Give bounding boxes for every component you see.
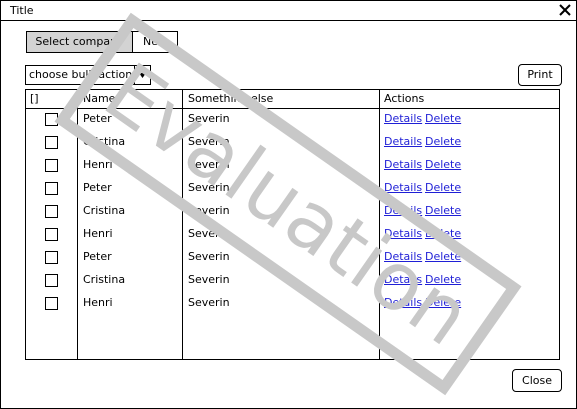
row-something-else: Severin bbox=[188, 112, 230, 125]
row-checkbox[interactable] bbox=[45, 113, 58, 126]
window-title: Title bbox=[10, 4, 34, 17]
bulk-action-value: choose bulk action bbox=[29, 68, 133, 81]
row-something-else: Severin bbox=[188, 181, 230, 194]
delete-link[interactable]: Delete bbox=[425, 112, 461, 125]
details-link[interactable]: Details bbox=[384, 112, 422, 125]
row-something-else: Severin bbox=[188, 135, 230, 148]
header-name: Name bbox=[83, 92, 116, 105]
details-link[interactable]: Details bbox=[384, 250, 422, 263]
data-table: [] Name Something else Actions Peter Seve… bbox=[25, 89, 560, 360]
segmented-control: Select company New bbox=[26, 31, 178, 53]
row-something-else: Severin bbox=[188, 227, 230, 240]
delete-link[interactable]: Delete bbox=[425, 158, 461, 171]
dropdown-button[interactable] bbox=[134, 66, 150, 84]
table-row: Peter Severin Details Delete bbox=[26, 109, 559, 132]
table-row: Henri Severin Details Delete bbox=[26, 293, 559, 316]
delete-link[interactable]: Delete bbox=[425, 296, 461, 309]
details-link[interactable]: Details bbox=[384, 227, 422, 240]
table-row: Henri Severin Details Delete bbox=[26, 224, 559, 247]
row-checkbox[interactable] bbox=[45, 297, 58, 310]
row-checkbox[interactable] bbox=[45, 136, 58, 149]
delete-link[interactable]: Delete bbox=[425, 135, 461, 148]
table-row: Peter Severin Details Delete bbox=[26, 178, 559, 201]
row-something-else: Severin bbox=[188, 296, 230, 309]
row-checkbox[interactable] bbox=[45, 228, 58, 241]
table-row: Cristina Severin Details Delete bbox=[26, 132, 559, 155]
header-something-else: Something else bbox=[188, 92, 274, 105]
delete-link[interactable]: Delete bbox=[425, 181, 461, 194]
row-name: Peter bbox=[83, 250, 112, 263]
row-name: Henri bbox=[83, 296, 113, 309]
row-name: Cristina bbox=[83, 204, 126, 217]
close-icon[interactable] bbox=[557, 2, 573, 18]
row-checkbox[interactable] bbox=[45, 251, 58, 264]
table-row: Cristina Severin Details Delete bbox=[26, 201, 559, 224]
print-button[interactable]: Print bbox=[518, 64, 562, 86]
details-link[interactable]: Details bbox=[384, 296, 422, 309]
row-something-else: Severin bbox=[188, 158, 230, 171]
table-row: Henri Severin Details Delete bbox=[26, 155, 559, 178]
delete-link[interactable]: Delete bbox=[425, 227, 461, 240]
row-checkbox[interactable] bbox=[45, 159, 58, 172]
row-something-else: Severin bbox=[188, 273, 230, 286]
header-select[interactable]: [] bbox=[30, 92, 39, 105]
details-link[interactable]: Details bbox=[384, 135, 422, 148]
row-name: Peter bbox=[83, 181, 112, 194]
select-company-tab[interactable]: Select company bbox=[27, 32, 133, 52]
row-name: Cristina bbox=[83, 135, 126, 148]
table-row: Cristina Severin Details Delete bbox=[26, 270, 559, 293]
details-link[interactable]: Details bbox=[384, 158, 422, 171]
row-checkbox[interactable] bbox=[45, 274, 58, 287]
header-actions: Actions bbox=[384, 92, 425, 105]
details-link[interactable]: Details bbox=[384, 204, 422, 217]
row-checkbox[interactable] bbox=[45, 182, 58, 195]
bulk-action-select[interactable]: choose bulk action bbox=[25, 65, 151, 85]
delete-link[interactable]: Delete bbox=[425, 273, 461, 286]
close-button[interactable]: Close bbox=[512, 369, 562, 392]
row-name: Peter bbox=[83, 112, 112, 125]
table-row: Peter Severin Details Delete bbox=[26, 247, 559, 270]
new-tab[interactable]: New bbox=[133, 32, 177, 52]
row-something-else: Severin bbox=[188, 250, 230, 263]
dialog-window: Title Select company New choose bulk act… bbox=[0, 0, 577, 409]
row-name: Cristina bbox=[83, 273, 126, 286]
row-name: Henri bbox=[83, 158, 113, 171]
delete-link[interactable]: Delete bbox=[425, 204, 461, 217]
details-link[interactable]: Details bbox=[384, 181, 422, 194]
details-link[interactable]: Details bbox=[384, 273, 422, 286]
chevron-down-icon bbox=[139, 73, 146, 78]
row-something-else: Severin bbox=[188, 204, 230, 217]
title-bar: Title bbox=[1, 1, 576, 21]
delete-link[interactable]: Delete bbox=[425, 250, 461, 263]
row-checkbox[interactable] bbox=[45, 205, 58, 218]
row-name: Henri bbox=[83, 227, 113, 240]
